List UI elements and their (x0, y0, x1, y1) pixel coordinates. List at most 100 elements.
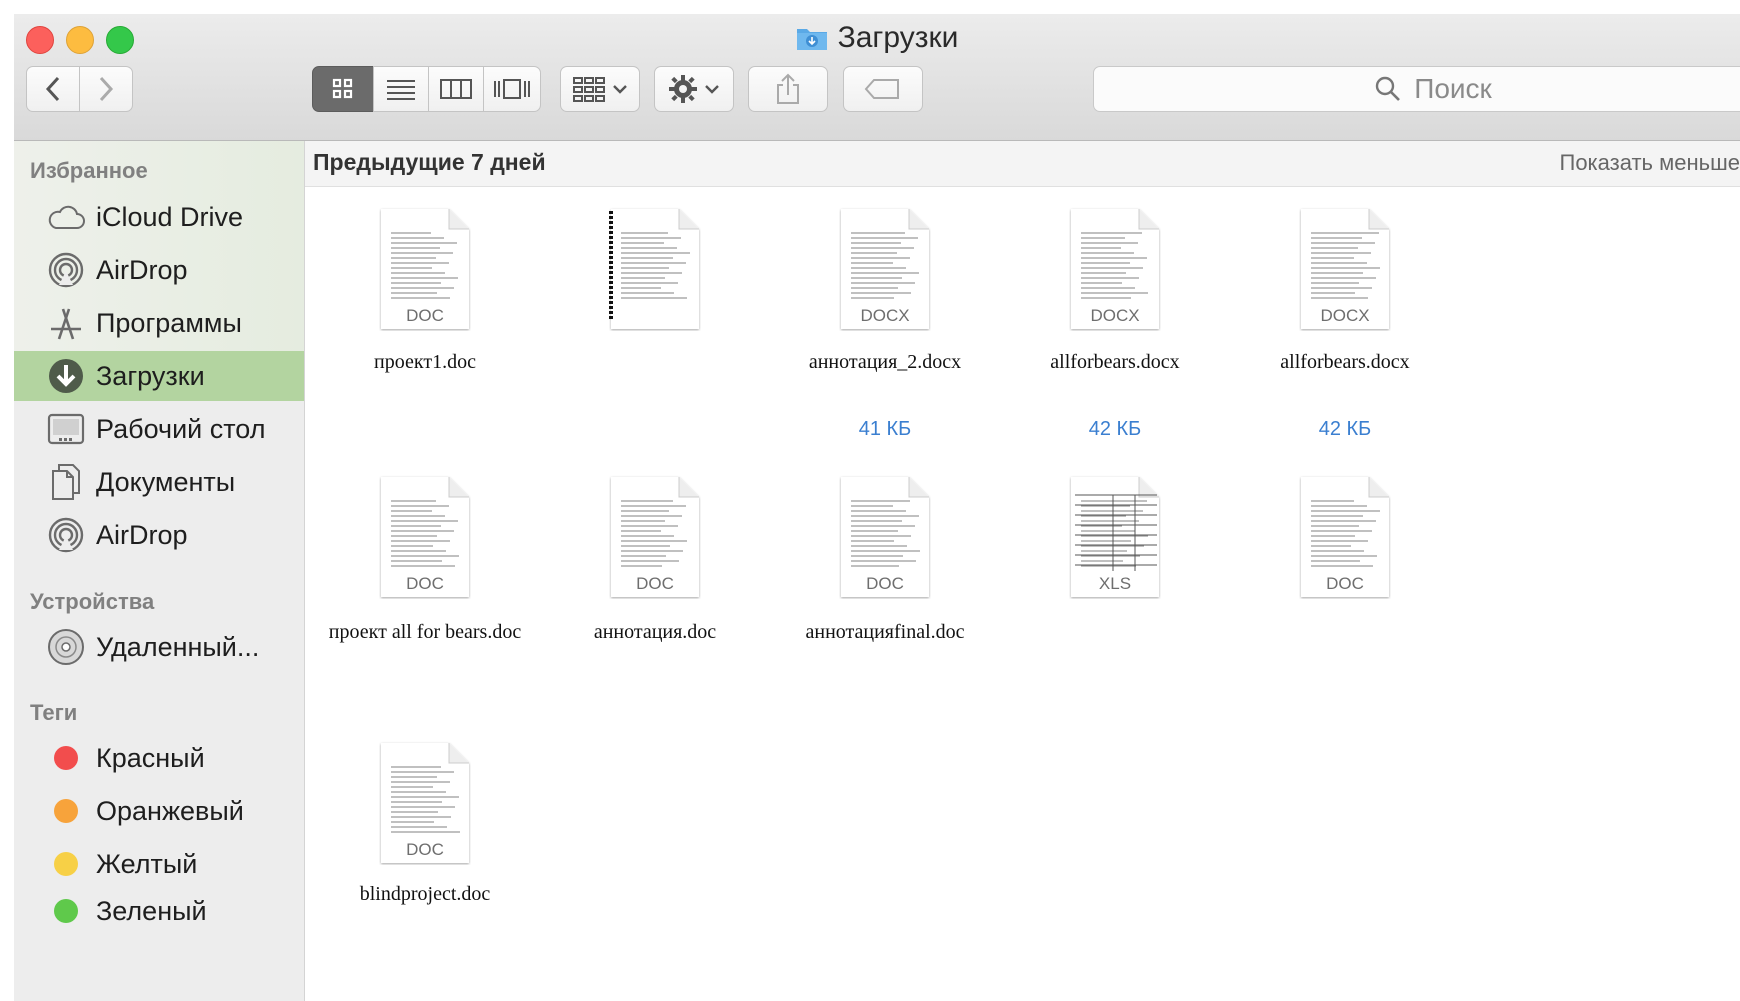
sidebar-item-label: Желтый (96, 848, 198, 879)
file-name: аннотация_2.docx (808, 351, 962, 373)
document-file-icon: DOCX (1299, 207, 1391, 331)
chevron-right-icon (99, 76, 114, 102)
document-file-icon: DOC (1299, 475, 1391, 599)
document-file-icon: DOC (609, 475, 701, 599)
file-size: 42 КБ (1318, 418, 1372, 440)
group-title: Предыдущие 7 дней (313, 149, 546, 175)
documents-icon (46, 462, 86, 502)
sidebar-item-documents[interactable]: Документы (14, 457, 304, 507)
sidebar-item-label: Загрузки (96, 360, 205, 391)
chevron-down-icon (613, 85, 627, 94)
icon-view-button[interactable] (312, 66, 374, 112)
svg-text:DOC: DOC (636, 574, 674, 593)
airdrop-icon (46, 515, 86, 555)
file-name: проект1.doc (374, 351, 476, 373)
svg-text:XLS: XLS (1099, 574, 1131, 593)
sidebar-item-airdrop-2[interactable]: AirDrop (14, 510, 304, 560)
svg-text:DOC: DOC (866, 574, 904, 593)
tag-icon (864, 79, 899, 99)
file-name: blindproject.doc (359, 883, 491, 905)
list-view-button[interactable] (373, 66, 429, 112)
cloud-icon (46, 197, 86, 237)
sidebar-header-favorites: Избранное (30, 158, 148, 183)
sidebar-item-label: Документы (96, 466, 236, 497)
sidebar-item-icloud[interactable]: iCloud Drive (14, 192, 304, 242)
cover-flow-icon (494, 79, 530, 99)
sidebar-item-label: Рабочий стол (96, 413, 266, 444)
sidebar-item-label: Красный (96, 742, 205, 773)
file-name: allforbears.docx (1050, 351, 1180, 373)
search-placeholder: Поиск (1414, 73, 1492, 104)
svg-text:DOC: DOC (406, 840, 444, 859)
window-title: Загрузки (14, 18, 1740, 62)
document-file-icon: DOC (379, 741, 471, 865)
search-field[interactable]: Поиск (1093, 66, 1740, 112)
sidebar: Избранное iCloud Drive AirDrop Программы… (14, 141, 305, 1001)
back-button[interactable] (26, 66, 80, 112)
svg-text:DOC: DOC (406, 306, 444, 325)
remote-disc-icon (46, 627, 86, 667)
group-header: Предыдущие 7 дней Показать меньше (305, 141, 1740, 187)
sidebar-item-desktop[interactable]: Рабочий стол (14, 404, 304, 454)
svg-text:DOCX: DOCX (860, 306, 909, 325)
sidebar-tag-orange[interactable]: Оранжевый (14, 786, 304, 836)
cover-flow-button[interactable] (483, 66, 541, 112)
sidebar-item-label: Программы (96, 307, 242, 338)
sidebar-header-tags: Теги (30, 700, 78, 725)
document-file-icon: DOCX (839, 207, 931, 331)
toolbar: Загрузки Поиск (14, 14, 1740, 141)
document-file-icon: DOCX (1069, 207, 1161, 331)
svg-text:DOCX: DOCX (1320, 306, 1369, 325)
sidebar-item-remote-disc[interactable]: Удаленный... (14, 622, 304, 672)
desktop-icon (46, 409, 86, 449)
sidebar-item-label: AirDrop (96, 254, 188, 285)
yellow-tag-dot-icon (54, 852, 78, 876)
window-title-text: Загрузки (837, 21, 959, 54)
document-file-icon: DOC (379, 475, 471, 599)
action-menu-button[interactable] (654, 66, 734, 112)
sidebar-header-devices: Устройства (30, 589, 155, 614)
show-less-button[interactable]: Показать меньше (1560, 150, 1740, 176)
share-button[interactable] (748, 66, 828, 112)
sidebar-item-airdrop[interactable]: AirDrop (14, 245, 304, 295)
spreadsheet-file-icon: XLS (1069, 475, 1161, 599)
file-browser: Предыдущие 7 дней Показать меньше DOC про… (305, 141, 1740, 1001)
red-tag-dot-icon (54, 746, 78, 770)
gear-icon (669, 75, 697, 103)
sidebar-item-label: Оранжевый (96, 795, 244, 826)
tags-button[interactable] (843, 66, 923, 112)
sidebar-item-label: Удаленный... (96, 631, 260, 662)
file-name: allforbears.docx (1280, 351, 1410, 373)
arrange-button[interactable] (560, 66, 640, 112)
sidebar-item-label: iCloud Drive (96, 201, 244, 232)
file-size: 42 КБ (1088, 418, 1142, 440)
chevron-down-icon (705, 85, 719, 94)
sidebar-tag-red[interactable]: Красный (14, 733, 304, 783)
green-tag-dot-icon (54, 899, 78, 923)
document-file-icon: DOC (839, 475, 931, 599)
downloads-icon (46, 356, 86, 396)
orange-tag-dot-icon (54, 799, 78, 823)
finder-window: Загрузки Поиск Избранное iCloud Drive Ai… (14, 14, 1740, 1001)
forward-button[interactable] (79, 66, 133, 112)
columns-icon (440, 79, 472, 99)
search-icon (1376, 76, 1401, 101)
list-icon (387, 80, 415, 100)
downloads-folder-icon (796, 22, 828, 62)
sidebar-item-label: Зеленый (96, 895, 207, 926)
svg-text:DOC: DOC (1326, 574, 1364, 593)
file-name: аннотация.doc (593, 621, 717, 643)
column-view-button[interactable] (428, 66, 484, 112)
sidebar-item-downloads[interactable]: Загрузки (14, 351, 304, 401)
sidebar-tag-yellow[interactable]: Желтый (14, 839, 304, 889)
share-icon (777, 73, 799, 104)
applications-icon (46, 303, 86, 343)
sidebar-item-applications[interactable]: Программы (14, 298, 304, 348)
grid-icon (332, 78, 353, 99)
file-name: проект all for bears.doc (328, 621, 522, 643)
file-size: 41 КБ (858, 418, 912, 440)
chevron-left-icon (45, 76, 60, 102)
sidebar-tag-green[interactable]: Зеленый (14, 886, 304, 936)
document-file-icon: DOC (379, 207, 471, 331)
svg-text:DOCX: DOCX (1090, 306, 1139, 325)
